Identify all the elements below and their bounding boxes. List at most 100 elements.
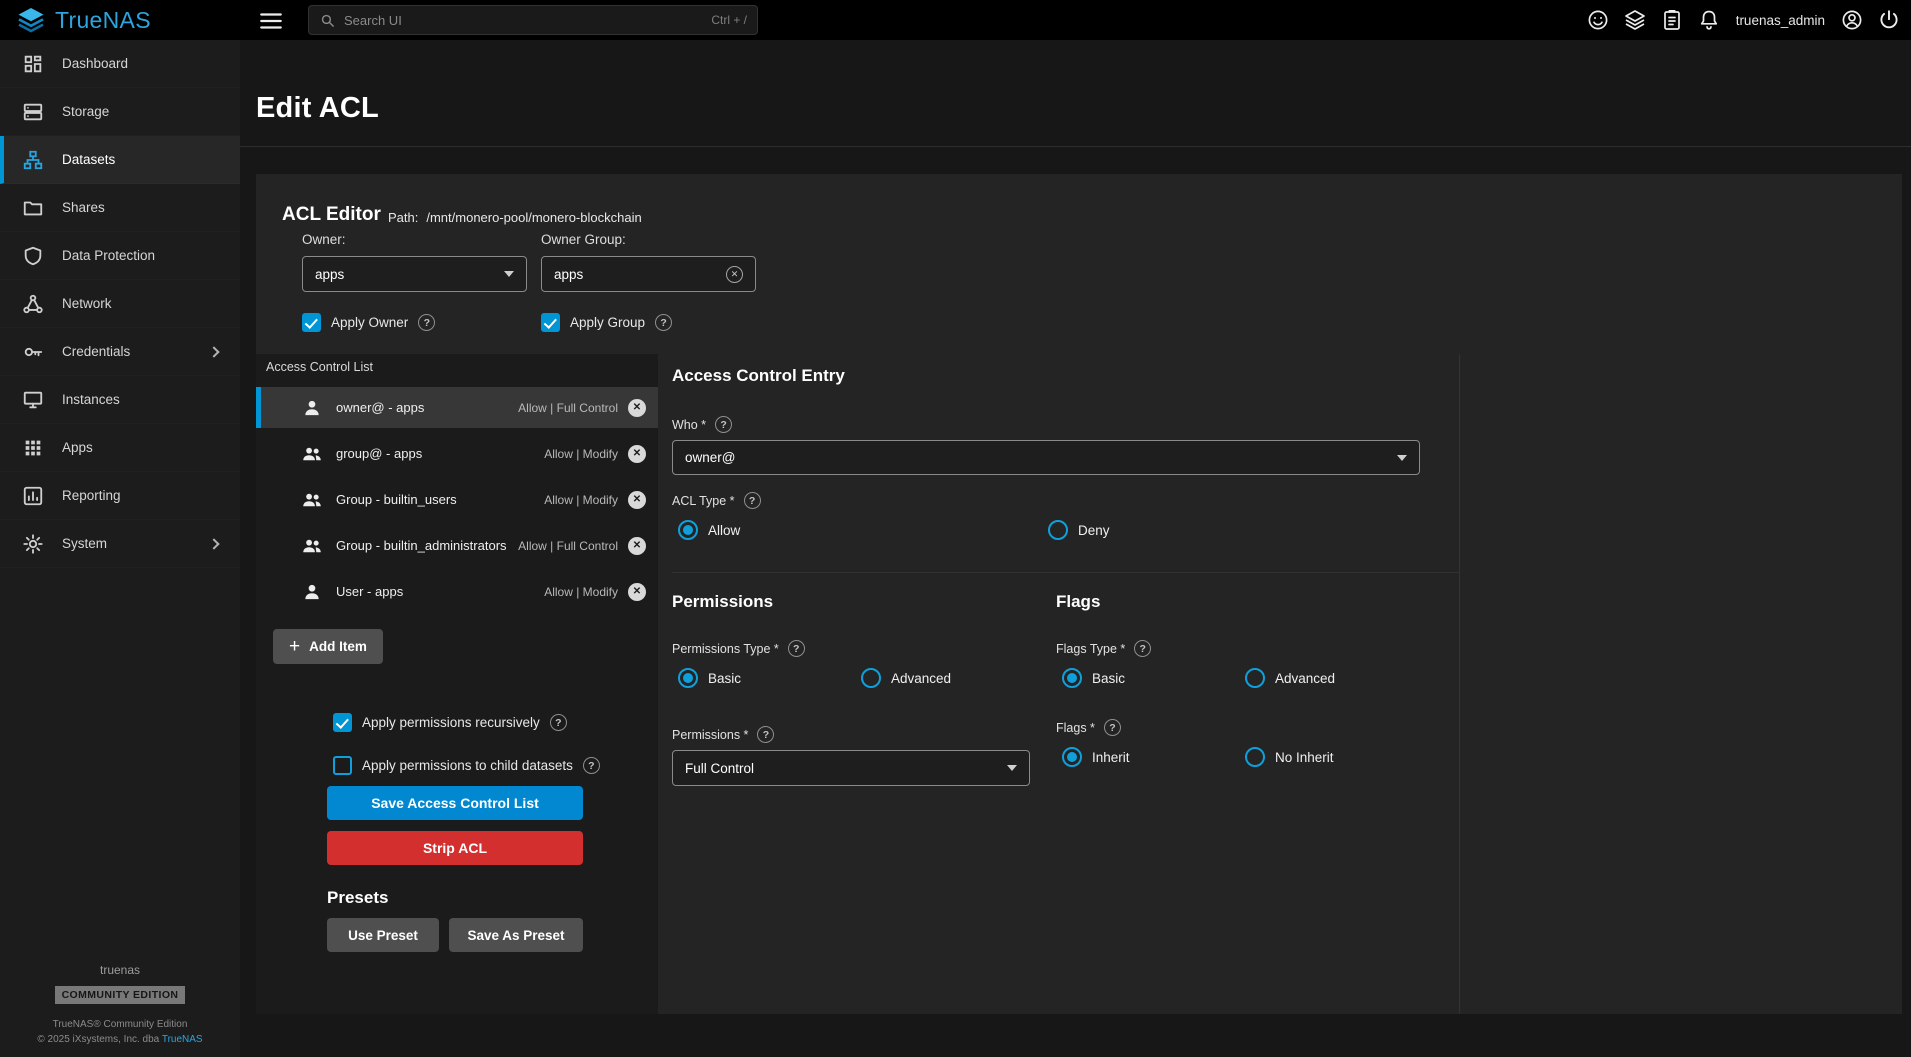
plus-icon: +: [289, 637, 300, 656]
panel-divider: [1459, 354, 1460, 1014]
help-icon[interactable]: ?: [418, 314, 435, 331]
search-input[interactable]: [344, 13, 703, 28]
help-icon[interactable]: ?: [757, 726, 774, 743]
help-icon[interactable]: ?: [744, 492, 761, 509]
sidebar-item-shares[interactable]: Shares: [0, 184, 240, 232]
section-divider: [672, 572, 1459, 573]
apply-child-checkbox[interactable]: [333, 756, 352, 775]
acl-entry-row-builtin-administrators[interactable]: Group - builtin_administrators Allow | F…: [256, 525, 658, 566]
owner-select[interactable]: apps: [302, 256, 527, 292]
person-icon: [302, 582, 322, 602]
no-inherit-radio[interactable]: [1245, 747, 1265, 767]
who-label: Who * ?: [672, 416, 732, 433]
user-account-icon[interactable]: [1840, 8, 1864, 32]
sidebar-item-instances[interactable]: Instances: [0, 376, 240, 424]
add-item-button[interactable]: + Add Item: [273, 629, 383, 664]
acl-entry-row-owner[interactable]: owner@ - apps Allow | Full Control ✕: [256, 387, 658, 428]
flags-type-label: Flags Type * ?: [1056, 640, 1151, 657]
network-nodes-icon: [22, 293, 44, 315]
use-preset-button[interactable]: Use Preset: [327, 918, 439, 952]
monitor-icon: [22, 389, 44, 411]
help-icon[interactable]: ?: [788, 640, 805, 657]
help-icon[interactable]: ?: [715, 416, 732, 433]
power-icon[interactable]: [1877, 8, 1901, 32]
sidebar-item-data-protection[interactable]: Data Protection: [0, 232, 240, 280]
datasets-tree-icon: [22, 149, 44, 171]
flags-type-basic-option: Basic: [1062, 668, 1125, 688]
apply-owner-checkbox[interactable]: [302, 313, 321, 332]
acl-list-panel: Access Control List owner@ - apps Allow …: [256, 354, 658, 1014]
permissions-label: Permissions * ?: [672, 726, 774, 743]
help-icon[interactable]: ?: [655, 314, 672, 331]
remove-entry-icon[interactable]: ✕: [628, 491, 646, 509]
feedback-smiley-icon[interactable]: [1586, 8, 1610, 32]
sidebar-item-reporting[interactable]: Reporting: [0, 472, 240, 520]
global-search[interactable]: Ctrl + /: [308, 5, 758, 35]
who-select[interactable]: owner@: [672, 440, 1420, 475]
storage-icon: [22, 101, 44, 123]
apply-group-row: Apply Group ?: [541, 313, 672, 332]
remove-entry-icon[interactable]: ✕: [628, 445, 646, 463]
dashboard-icon: [22, 53, 44, 75]
acl-editor-heading: ACL Editor: [282, 204, 381, 226]
sidebar-item-datasets[interactable]: Datasets: [0, 136, 240, 184]
people-icon: [302, 444, 322, 464]
sidebar-item-credentials[interactable]: Credentials: [0, 328, 240, 376]
flags-advanced-radio[interactable]: [1245, 668, 1265, 688]
truecommand-layers-icon[interactable]: [1623, 8, 1647, 32]
dataset-path: Path: /mnt/monero-pool/monero-blockchain: [388, 210, 642, 225]
menu-toggle-icon[interactable]: [258, 8, 284, 32]
remove-entry-icon[interactable]: ✕: [628, 583, 646, 601]
truenas-link[interactable]: TrueNAS: [162, 1034, 203, 1045]
flags-heading: Flags: [1056, 592, 1100, 612]
permissions-advanced-radio[interactable]: [861, 668, 881, 688]
help-icon[interactable]: ?: [1104, 719, 1121, 736]
strip-acl-button[interactable]: Strip ACL: [327, 831, 583, 865]
search-shortcut-hint: Ctrl + /: [711, 13, 747, 27]
save-acl-button[interactable]: Save Access Control List: [327, 786, 583, 820]
acl-entry-row-group[interactable]: group@ - apps Allow | Modify ✕: [256, 433, 658, 474]
remove-entry-icon[interactable]: ✕: [628, 537, 646, 555]
sidebar-item-network[interactable]: Network: [0, 280, 240, 328]
save-as-preset-button[interactable]: Save As Preset: [449, 918, 583, 952]
clear-input-icon[interactable]: ✕: [726, 266, 743, 283]
acl-entry-row-user-apps[interactable]: User - apps Allow | Modify ✕: [256, 571, 658, 612]
apply-recursive-checkbox[interactable]: [333, 713, 352, 732]
sidebar-item-apps[interactable]: Apps: [0, 424, 240, 472]
flags-no-inherit-option: No Inherit: [1245, 747, 1334, 767]
chevron-right-icon: [208, 538, 219, 549]
owner-group-input[interactable]: [554, 267, 718, 282]
remove-entry-icon[interactable]: ✕: [628, 399, 646, 417]
username-label: truenas_admin: [1736, 13, 1825, 28]
jobs-clipboard-icon[interactable]: [1660, 8, 1684, 32]
apply-recursive-row: Apply permissions recursively ?: [333, 713, 567, 732]
people-icon: [302, 490, 322, 510]
owner-label: Owner:: [302, 232, 346, 247]
apply-group-checkbox[interactable]: [541, 313, 560, 332]
alerts-bell-icon[interactable]: [1697, 8, 1721, 32]
permissions-select[interactable]: Full Control: [672, 750, 1030, 786]
flags-basic-radio[interactable]: [1062, 668, 1082, 688]
permissions-type-label: Permissions Type * ?: [672, 640, 805, 657]
help-icon[interactable]: ?: [1134, 640, 1151, 657]
acl-editor-card: ACL Editor Path: /mnt/monero-pool/monero…: [256, 174, 1902, 1014]
help-icon[interactable]: ?: [583, 757, 600, 774]
permissions-heading: Permissions: [672, 592, 773, 612]
community-edition-badge: COMMUNITY EDITION: [55, 986, 186, 1004]
truenas-logo[interactable]: TrueNAS: [16, 0, 151, 40]
permissions-basic-radio[interactable]: [678, 668, 698, 688]
bar-chart-icon: [22, 485, 44, 507]
acl-entry-row-builtin-users[interactable]: Group - builtin_users Allow | Modify ✕: [256, 479, 658, 520]
deny-radio[interactable]: [1048, 520, 1068, 540]
sidebar-item-system[interactable]: System: [0, 520, 240, 568]
search-icon: [319, 12, 336, 29]
sidebar-item-storage[interactable]: Storage: [0, 88, 240, 136]
inherit-radio[interactable]: [1062, 747, 1082, 767]
allow-radio[interactable]: [678, 520, 698, 540]
chevron-down-icon: [504, 271, 514, 277]
key-icon: [22, 341, 44, 363]
flags-label: Flags * ?: [1056, 719, 1121, 736]
sidebar-footer: truenas COMMUNITY EDITION TrueNAS® Commu…: [0, 963, 240, 1045]
sidebar-item-dashboard[interactable]: Dashboard: [0, 40, 240, 88]
help-icon[interactable]: ?: [550, 714, 567, 731]
